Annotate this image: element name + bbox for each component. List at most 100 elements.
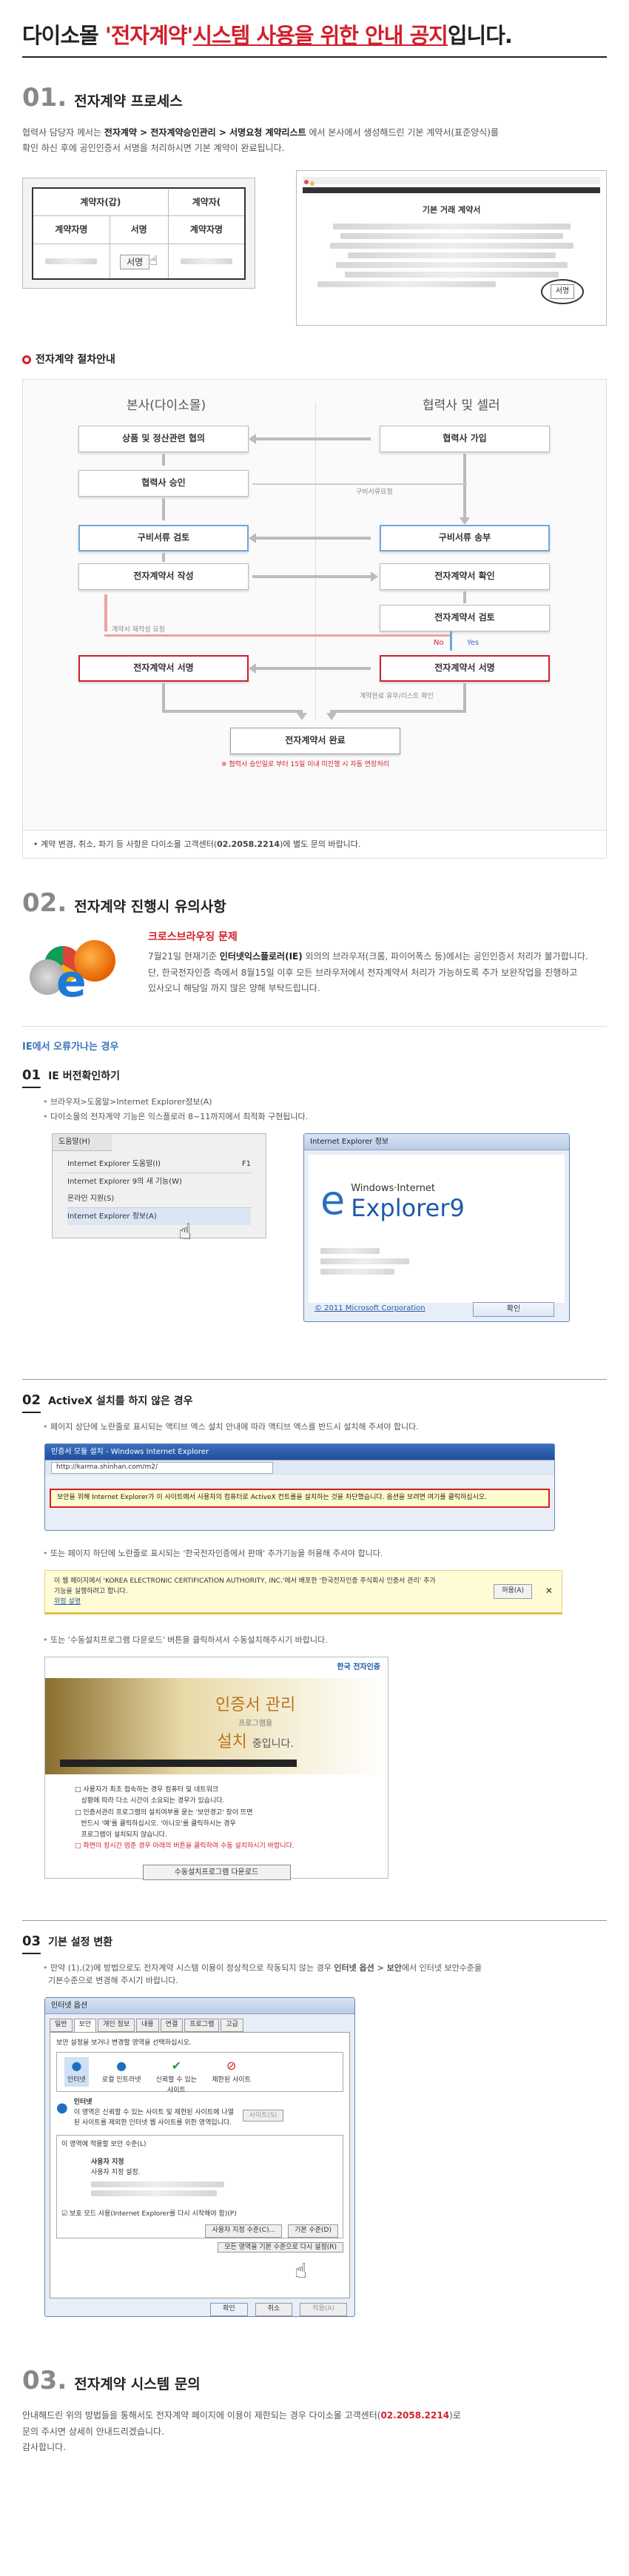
note-request: 구비서류요청 — [356, 488, 393, 496]
ie-version-screens: 도움말(H) Internet Explorer 도움말(I) F1 Intern… — [22, 1133, 607, 1326]
yes-label: Yes — [467, 638, 480, 647]
zone-intranet[interactable]: ● 로컬 인트라넷 — [102, 2057, 141, 2087]
flow-step-r1: 협력사 가입 — [380, 425, 550, 452]
tab-advanced[interactable]: 고급 — [221, 2019, 243, 2033]
step-1-heading: 01 IE 버전확인하기 — [22, 1065, 607, 1089]
hand-cursor-icon: ☝ — [295, 2258, 308, 2284]
ie-activex-window: 인증서 모듈 설치 - Windows Internet Explorer ht… — [44, 1443, 555, 1532]
zone-restricted[interactable]: ⊘ 제한된 사이트 — [212, 2057, 251, 2087]
tab-connections[interactable]: 연결 — [160, 2019, 184, 2033]
menu-item-help[interactable]: Internet Explorer 도움말(I) F1 — [67, 1155, 251, 1173]
flow-step-l4: 전자계약서 작성 — [78, 563, 249, 590]
risk-link[interactable]: 위험 설명 — [54, 1597, 553, 1608]
tab-general[interactable]: 일반 — [50, 2019, 73, 2033]
ie-about-dialog: Internet Explorer 정보 e Windows·Internet E… — [303, 1133, 570, 1323]
menu-item-whats-new[interactable]: Internet Explorer 9의 새 기능(W) — [67, 1173, 251, 1190]
custom-level-button[interactable]: 사용자 지정 수준(C)... — [205, 2224, 283, 2238]
ie-error-heading: IE에서 오류가나는 경우 — [22, 1042, 119, 1053]
contract-table: 계약자(갑) 계약자( 계약자명 서명 계약자명 서명 ☝ — [32, 187, 246, 280]
step-2-heading: 02 ActiveX 설치를 하지 않은 경우 — [22, 1390, 607, 1414]
flow-step-l5: 전자계약서 서명 — [78, 654, 249, 682]
hand-cursor-icon: ☝ — [149, 253, 158, 269]
ie-icon: e — [56, 956, 87, 1008]
red-circle-bullet-icon — [22, 355, 31, 364]
manual-download-button[interactable]: 수동설치프로그램 다운로드 — [142, 1864, 291, 1881]
process-flow-diagram: 본사(다이소몰) 협력사 및 셀러 상품 및 정산관련 협의 협력사 승인 구비… — [22, 378, 607, 831]
process-notice: • 계약 변경, 취소, 파기 등 사항은 다이소몰 고객센터(02.2058.… — [22, 830, 607, 859]
sign-highlight: 서명 — [541, 278, 584, 304]
browser-logos: e — [22, 930, 133, 1019]
options-apply-button[interactable]: 적용(A) — [300, 2303, 347, 2317]
security-level-group: 이 영역에 적용할 보안 수준(L) 사용자 지정 사용자 지정 설정. ☑ 보호… — [56, 2135, 343, 2239]
contract-table-shot: 계약자(갑) 계약자( 계약자명 서명 계약자명 서명 ☝ — [22, 177, 256, 289]
tab-programs[interactable]: 프로그램 — [184, 2019, 220, 2033]
ms-link[interactable]: © 2011 Microsoft Corporation — [314, 1303, 426, 1315]
options-tabs: 일반 보안 개인 정보 내용 연결 프로그램 고급 — [45, 2014, 354, 2033]
menu-item-support[interactable]: 온라인 지원(S) — [67, 1190, 251, 1207]
cert-banner: 인증서 관리 프로그램을 설치 중입니다. — [45, 1677, 388, 1774]
options-cancel-button[interactable]: 취소 — [255, 2303, 293, 2317]
check-icon: ✔ — [171, 2059, 182, 2073]
cert-install-shot: 한국 전자인증 인증서 관리 프로그램을 설치 중입니다. □ 사용자가 최초 … — [44, 1657, 388, 1881]
protect-mode-checkbox[interactable]: ☑ 보호 모드 사용(Internet Explorer를 다시 시작해야 함)… — [61, 2210, 338, 2220]
sites-button[interactable]: 사이트(S) — [242, 2110, 284, 2122]
internet-options-dialog: 인터넷 옵션 일반 보안 개인 정보 내용 연결 프로그램 고급 보안 설정을 … — [44, 1997, 355, 2318]
intranet-icon: ● — [116, 2059, 127, 2073]
section-1-heading: 01. 전자계약 프로세스 — [22, 83, 183, 113]
tab-content[interactable]: 내용 — [136, 2019, 159, 2033]
no-label: No — [434, 638, 444, 647]
activex-info-bar[interactable]: 보안을 위해 Internet Explorer가 이 사이트에서 사용자의 컴… — [50, 1489, 550, 1509]
zone-internet[interactable]: ● 인터넷 — [64, 2057, 89, 2087]
reset-all-zones-button[interactable]: 모든 영역을 기본 수준으로 다시 설정(R) — [218, 2242, 343, 2253]
step-1-list: 브라우저>도움말>Internet Explorer정보(A) 다이소몰의 전자… — [43, 1096, 607, 1123]
globe-icon: ● — [71, 2059, 82, 2073]
contract-document-shot: 기본 거래 계약서 서명 — [296, 170, 607, 326]
zone-trusted[interactable]: ✔ 신뢰할 수 있는 사이트 — [154, 2057, 198, 2094]
tab-privacy[interactable]: 개인 정보 — [98, 2019, 135, 2033]
addon-notification-bar: 이 웹 페이지에서 'KOREA ELECTRONIC CERTIFICATIO… — [44, 1570, 562, 1615]
hand-cursor-icon: ☝ — [178, 1219, 192, 1246]
page-title: 다이소몰 '전자계약'시스템 사용을 위한 안내 공지입니다. — [22, 23, 513, 48]
globe-icon: ● — [56, 2100, 68, 2116]
cross-browse-block: e 크로스브라우징 문제 7월21일 현재기준 인터넷익스플로러(IE) 외의의… — [22, 930, 607, 1019]
help-menu[interactable]: 도움말(H) — [53, 1134, 112, 1151]
flow-step-r3: 전자계약서 확인 — [380, 563, 550, 590]
sign-button[interactable]: 서명 — [120, 255, 150, 270]
flow-step-l2: 협력사 승인 — [78, 469, 249, 497]
done-note: ※ 협력사 승인일로 부터 15일 이내 미진행 시 자동 연장처리 — [221, 760, 389, 768]
options-ok-button[interactable]: 확인 — [210, 2303, 248, 2317]
doc-sign-button[interactable]: 서명 — [550, 284, 575, 299]
flow-right-title: 협력사 및 셀러 — [423, 398, 500, 413]
page-header: 다이소몰 '전자계약'시스템 사용을 위한 안내 공지입니다. — [22, 0, 607, 58]
restricted-icon: ⊘ — [226, 2059, 237, 2073]
flow-step-l3: 구비서류 검토 — [78, 524, 249, 551]
flow-step-r4: 전자계약서 검토 — [380, 604, 550, 631]
note-return: 계약완료 유무/리스트 확인 — [360, 692, 434, 700]
zone-list: ● 인터넷 ● 로컬 인트라넷 ✔ 신뢰할 수 있는 사이트 ⊘ 제한된 사이트 — [56, 2052, 343, 2094]
allow-button[interactable]: 허용(A) — [494, 1584, 532, 1600]
section-3-text: 안내해드린 위의 방법들을 통해서도 전자계약 페이지에 이용이 제한되는 경우… — [22, 2410, 461, 2453]
tab-security[interactable]: 보안 — [73, 2019, 97, 2033]
close-icon[interactable]: ✕ — [545, 1584, 553, 1598]
flow-left-title: 본사(다이소몰) — [127, 398, 206, 413]
flow-step-done: 전자계약서 완료 — [230, 727, 400, 754]
notice-page: 다이소몰 '전자계약'시스템 사용을 위한 안내 공지입니다. 01. 전자계약 … — [0, 0, 629, 2576]
cert-logo: 한국 전자인증 — [337, 1663, 380, 1672]
default-level-button[interactable]: 기본 수준(D) — [288, 2224, 338, 2238]
section-1-lead: 협력사 담당자 께서는 전자계약 > 전자계약승인관리 > 서명요청 계약리스트… — [22, 127, 499, 154]
step-2-list-1: 페이지 상단에 노란줄로 표시되는 액티브 엑스 설치 안내에 따라 액티브 엑… — [43, 1421, 607, 1433]
flow-step-l1: 상품 및 정산관련 협의 — [78, 425, 249, 452]
ie-address-bar[interactable]: http://karma.shinhan.com/m2/ — [45, 1460, 554, 1476]
process-title: 전자계약 절차안내 — [22, 352, 607, 369]
about-ok-button[interactable]: 확인 — [473, 1302, 554, 1318]
step-3-heading: 03 기본 설정 변환 — [22, 1931, 607, 1955]
section-3-heading: 03. 전자계약 시스템 문의 — [22, 2366, 201, 2396]
section-2-heading: 02. 전자계약 진행시 유의사항 — [22, 888, 226, 918]
cert-notes: □ 사용자가 최초 접속하는 경우 컴퓨터 및 네트워크 상황에 따라 다소 시… — [75, 1785, 295, 1851]
menu-item-about[interactable]: Internet Explorer 정보(A) — [67, 1207, 251, 1225]
help-menu-shot: 도움말(H) Internet Explorer 도움말(I) F1 Intern… — [52, 1133, 266, 1245]
ie-icon: e — [320, 1177, 346, 1224]
step-2-list-2: 또는 페이지 하단에 노란줄로 표시되는 '한국전자인증에서 판매' 추가기능을… — [43, 1547, 607, 1560]
contract-screens: 계약자(갑) 계약자( 계약자명 서명 계약자명 서명 ☝ 기본 거래 계약서 서명 — [22, 170, 607, 326]
flow-step-r5: 전자계약서 서명 — [380, 654, 550, 682]
